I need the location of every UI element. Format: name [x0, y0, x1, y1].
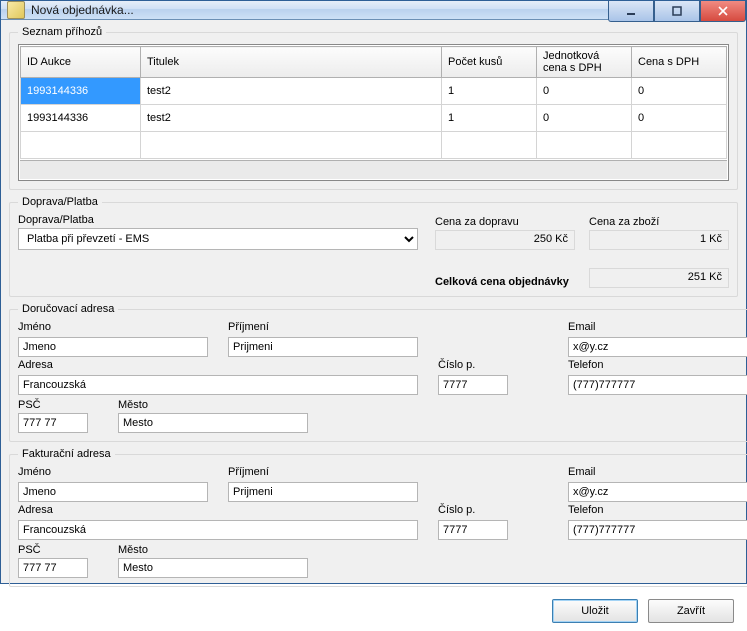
cell-id: 1993144336	[21, 78, 141, 105]
cell-total: 0	[632, 78, 727, 105]
billing-psc-label: PSČ	[18, 544, 108, 556]
billing-last-label: Příjmení	[228, 466, 428, 478]
delivery-phone-label: Telefon	[568, 359, 747, 371]
dialog-footer: Uložit Zavřít	[9, 593, 738, 623]
billing-email-input[interactable]	[568, 482, 747, 502]
delivery-num-label: Číslo p.	[438, 359, 558, 371]
col-total[interactable]: Cena s DPH	[632, 47, 727, 78]
transport-combo-label: Doprava/Platba	[18, 214, 418, 226]
delivery-phone-input[interactable]	[568, 375, 747, 395]
cell-total: 0	[632, 105, 727, 132]
cell-unit: 0	[537, 105, 632, 132]
col-unit[interactable]: Jednotková cena s DPH	[537, 47, 632, 78]
cell-title: test2	[141, 78, 442, 105]
table-row[interactable]: 1993144336 test2 1 0 0	[21, 105, 727, 132]
billing-phone-input[interactable]	[568, 520, 747, 540]
maximize-button[interactable]	[654, 1, 700, 22]
close-button[interactable]	[700, 1, 746, 22]
billing-legend: Fakturační adresa	[18, 448, 115, 460]
delivery-legend: Doručovací adresa	[18, 303, 118, 315]
bids-group: Seznam příhozů ID Aukce Titulek Počet ku…	[9, 26, 738, 190]
transport-legend: Doprava/Platba	[18, 196, 102, 208]
goods-price-value: 1 Kč	[589, 230, 729, 250]
cell-qty: 1	[442, 78, 537, 105]
save-button[interactable]: Uložit	[552, 599, 638, 623]
grid-footer	[20, 160, 727, 179]
table-row[interactable]: 1993144336 test2 1 0 0	[21, 78, 727, 105]
delivery-address-group: Doručovací adresa Jméno Příjmení Email A…	[9, 303, 747, 442]
delivery-last-input[interactable]	[228, 337, 418, 357]
billing-address-group: Fakturační adresa Jméno Příjmení Email A…	[9, 448, 747, 587]
delivery-addr-input[interactable]	[18, 375, 418, 395]
table-header-row: ID Aukce Titulek Počet kusů Jednotková c…	[21, 47, 727, 78]
transport-group: Doprava/Platba Doprava/Platba Platba při…	[9, 196, 738, 297]
delivery-psc-label: PSČ	[18, 399, 108, 411]
window-buttons	[608, 1, 746, 21]
billing-phone-label: Telefon	[568, 504, 747, 516]
delivery-email-label: Email	[568, 321, 747, 333]
goods-price-label: Cena za zboží	[589, 216, 729, 228]
delivery-addr-label: Adresa	[18, 359, 218, 371]
delivery-first-input[interactable]	[18, 337, 208, 357]
cell-title: test2	[141, 105, 442, 132]
shipping-price-label: Cena za dopravu	[435, 216, 575, 228]
titlebar[interactable]: Nová objednávka...	[1, 1, 746, 20]
minimize-button[interactable]	[608, 1, 654, 22]
col-qty[interactable]: Počet kusů	[442, 47, 537, 78]
window: Nová objednávka... Seznam příhozů ID Auk…	[0, 0, 747, 584]
billing-first-label: Jméno	[18, 466, 218, 478]
col-title[interactable]: Titulek	[141, 47, 442, 78]
billing-email-label: Email	[568, 466, 747, 478]
close-dialog-button[interactable]: Zavřít	[648, 599, 734, 623]
transport-combo[interactable]: Platba při převzetí - EMS	[18, 228, 418, 250]
billing-first-input[interactable]	[18, 482, 208, 502]
billing-psc-input[interactable]	[18, 558, 88, 578]
delivery-city-label: Město	[118, 399, 308, 411]
billing-num-input[interactable]	[438, 520, 508, 540]
billing-city-label: Město	[118, 544, 308, 556]
billing-addr-label: Adresa	[18, 504, 218, 516]
delivery-email-input[interactable]	[568, 337, 747, 357]
table-row[interactable]	[21, 132, 727, 159]
order-total-label: Celková cena objednávky	[435, 276, 589, 288]
cell-unit: 0	[537, 78, 632, 105]
order-total-value: 251 Kč	[589, 268, 729, 288]
shipping-price-value: 250 Kč	[435, 230, 575, 250]
delivery-num-input[interactable]	[438, 375, 508, 395]
window-title: Nová objednávka...	[31, 3, 134, 17]
bids-legend: Seznam příhozů	[18, 26, 106, 38]
delivery-first-label: Jméno	[18, 321, 218, 333]
col-id[interactable]: ID Aukce	[21, 47, 141, 78]
app-icon	[7, 1, 25, 19]
delivery-psc-input[interactable]	[18, 413, 88, 433]
client-area: Seznam příhozů ID Aukce Titulek Počet ku…	[1, 20, 746, 631]
delivery-city-input[interactable]	[118, 413, 308, 433]
billing-city-input[interactable]	[118, 558, 308, 578]
billing-num-label: Číslo p.	[438, 504, 558, 516]
delivery-last-label: Příjmení	[228, 321, 428, 333]
billing-last-input[interactable]	[228, 482, 418, 502]
cell-qty: 1	[442, 105, 537, 132]
bids-grid[interactable]: ID Aukce Titulek Počet kusů Jednotková c…	[18, 44, 729, 181]
cell-id: 1993144336	[21, 105, 141, 132]
billing-addr-input[interactable]	[18, 520, 418, 540]
